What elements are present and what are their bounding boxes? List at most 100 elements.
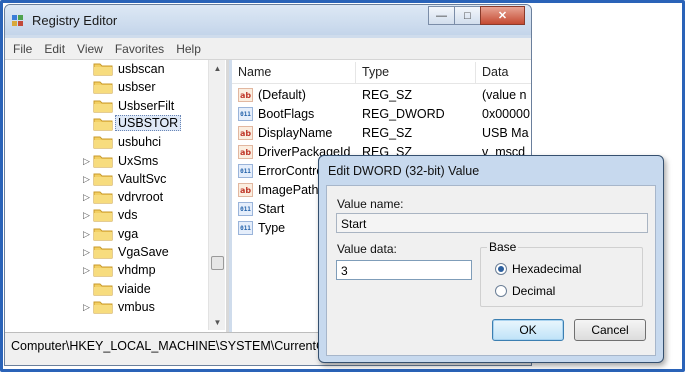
value-name: Type: [258, 221, 286, 235]
tree-item[interactable]: USBSTOR: [5, 114, 205, 133]
tree-item-label: vds: [118, 208, 138, 223]
dword-value-icon: 011: [238, 202, 253, 216]
folder-icon: [93, 99, 113, 113]
value-name: ImagePath: [258, 183, 319, 197]
value-type: REG_SZ: [362, 88, 413, 102]
folder-icon: [93, 300, 113, 314]
hexadecimal-radio[interactable]: [495, 263, 507, 275]
tree-item[interactable]: ▷ vhdmp: [5, 261, 205, 279]
value-name-field: Start: [336, 213, 648, 233]
menu-edit[interactable]: Edit: [38, 42, 71, 56]
expand-arrow-icon[interactable]: ▷: [83, 174, 91, 184]
tree-item[interactable]: usbuhci: [5, 133, 205, 151]
dialog-title: Edit DWORD (32-bit) Value: [328, 164, 480, 178]
column-header-name[interactable]: Name: [232, 62, 356, 84]
tree-item[interactable]: ▷ UxSms: [5, 152, 205, 170]
value-name: Start: [258, 202, 285, 216]
tree-item[interactable]: ▷ vga: [5, 225, 205, 243]
value-data-label: Value data:: [337, 242, 397, 256]
ok-button[interactable]: OK: [492, 319, 564, 341]
window-controls: — □ ✕: [428, 6, 525, 25]
column-header-data[interactable]: Data: [476, 62, 531, 84]
column-headers: Name Type Data: [232, 62, 531, 84]
maximize-icon: □: [464, 9, 471, 22]
expand-arrow-icon[interactable]: ▷: [83, 302, 91, 312]
tree-item[interactable]: ▷ VaultSvc: [5, 170, 205, 188]
folder-icon: [93, 80, 113, 94]
tree-item[interactable]: usbser: [5, 78, 205, 96]
folder-icon: [93, 282, 113, 296]
tree-item[interactable]: ▷ vdrvroot: [5, 188, 205, 206]
status-key-path: Computer\HKEY_LOCAL_MACHINE\SYSTEM\Curre…: [11, 339, 343, 353]
value-name-label: Value name:: [337, 197, 404, 211]
tree-item[interactable]: viaide: [5, 280, 205, 298]
dword-value-icon: 011: [238, 107, 253, 121]
title-bar[interactable]: Registry Editor — □ ✕: [5, 5, 531, 35]
key-tree-pane[interactable]: usbscan usbser UsbserFilt USBSTOR usbuhci ▷ Ux…: [5, 60, 229, 332]
hexadecimal-radio-option[interactable]: Hexadecimal: [495, 262, 581, 276]
tree-item-label: VaultSvc: [118, 171, 167, 186]
decimal-radio-option[interactable]: Decimal: [495, 284, 555, 298]
string-value-icon: ab: [238, 183, 253, 197]
tree-item-label: vmbus: [118, 299, 155, 314]
value-data: 0x00000: [482, 107, 530, 121]
value-name: BootFlags: [258, 107, 315, 121]
tree-item-label: USBSTOR: [115, 114, 182, 131]
registry-editor-app-icon: [12, 15, 23, 26]
folder-icon: [93, 172, 113, 186]
column-header-type[interactable]: Type: [356, 62, 476, 84]
tree-item[interactable]: ▷ VgaSave: [5, 243, 205, 261]
expand-arrow-icon[interactable]: ▷: [83, 229, 91, 239]
value-data-input[interactable]: 3: [336, 260, 472, 280]
folder-icon: [93, 190, 113, 204]
value-row[interactable]: ab (Default) REG_SZ (value n: [232, 86, 531, 105]
tree-item-label: usbuhci: [118, 135, 162, 150]
value-name: ErrorControl: [258, 164, 327, 178]
expand-arrow-icon[interactable]: ▷: [83, 265, 91, 275]
tree-item-label: vga: [118, 226, 139, 241]
close-button[interactable]: ✕: [480, 6, 525, 25]
value-type: REG_SZ: [362, 126, 413, 140]
menu-view[interactable]: View: [71, 42, 109, 56]
string-value-icon: ab: [238, 88, 253, 102]
tree-item-label: vdrvroot: [118, 190, 164, 205]
value-row[interactable]: ab DisplayName REG_SZ USB Ma: [232, 124, 531, 143]
dword-value-icon: 011: [238, 164, 253, 178]
string-value-icon: ab: [238, 126, 253, 140]
expand-arrow-icon[interactable]: ▷: [83, 156, 91, 166]
folder-icon: [93, 154, 113, 168]
menu-bar: File Edit View Favorites Help: [5, 38, 531, 60]
value-name: (Default): [258, 88, 306, 102]
tree-item[interactable]: UsbserFilt: [5, 97, 205, 115]
minimize-button[interactable]: —: [428, 6, 455, 25]
value-row[interactable]: 011 BootFlags REG_DWORD 0x00000: [232, 105, 531, 124]
tree-item-label: UsbserFilt: [118, 98, 175, 113]
minimize-icon: —: [436, 9, 447, 22]
tree-item[interactable]: ▷ vds: [5, 206, 205, 224]
tree-item-label: VgaSave: [118, 245, 169, 259]
folder-icon: [93, 135, 113, 149]
tree-item[interactable]: usbscan: [5, 60, 205, 78]
hexadecimal-label: Hexadecimal: [512, 262, 582, 276]
scroll-down-icon[interactable]: ▼: [209, 314, 226, 330]
scroll-up-icon[interactable]: ▲: [209, 60, 226, 76]
decimal-radio[interactable]: [495, 285, 507, 297]
scroll-thumb[interactable]: [211, 256, 224, 270]
tree-scrollbar[interactable]: ▲ ▼: [208, 60, 225, 330]
expand-arrow-icon[interactable]: ▷: [83, 192, 91, 202]
menu-favorites[interactable]: Favorites: [109, 42, 170, 56]
menu-file[interactable]: File: [7, 42, 38, 56]
expand-arrow-icon[interactable]: ▷: [83, 210, 91, 220]
menu-help[interactable]: Help: [170, 42, 207, 56]
value-data: (value n: [482, 88, 527, 102]
string-value-icon: ab: [238, 145, 253, 159]
base-legend: Base: [487, 240, 519, 254]
expand-arrow-icon[interactable]: ▷: [83, 247, 91, 257]
value-name: DisplayName: [258, 126, 333, 140]
tree-item-label: usbscan: [118, 62, 165, 76]
decimal-label: Decimal: [512, 284, 556, 298]
tree-item-label: viaide: [118, 281, 151, 296]
tree-item[interactable]: ▷ vmbus: [5, 298, 205, 316]
cancel-button[interactable]: Cancel: [574, 319, 646, 341]
maximize-button[interactable]: □: [454, 6, 481, 25]
